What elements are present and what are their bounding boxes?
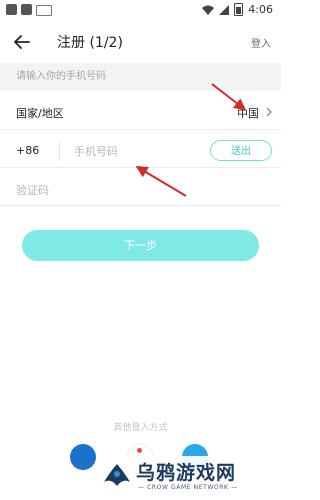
phone-number-input[interactable] <box>74 140 194 162</box>
social-login-button-1[interactable] <box>70 444 96 470</box>
watermark-main-text: 乌鸦游戏网 <box>136 462 237 484</box>
watermark: 乌鸦游戏网 — CROW GAME NETWORK — <box>96 456 281 500</box>
other-login-title: 其他登入方式 <box>113 423 168 433</box>
login-link[interactable]: 登入 <box>251 35 271 50</box>
keyboard-icon <box>36 5 52 16</box>
dial-code: +86 <box>16 144 40 157</box>
wifi-icon <box>202 5 215 15</box>
phone-number-row: +86 送出 <box>0 134 281 168</box>
status-bar: 4:06 <box>0 0 281 22</box>
app-notification-icon-2 <box>21 4 32 15</box>
chevron-right-icon[interactable] <box>265 107 273 117</box>
battery-icon <box>234 3 244 16</box>
next-step-button[interactable]: 下一步 <box>22 230 259 261</box>
back-arrow-icon[interactable] <box>12 32 32 52</box>
app-bar: 注册 (1/2) 登入 <box>0 22 281 62</box>
page-title: 注册 (1/2) <box>57 35 123 51</box>
phone-hint-banner: 请输入你的手机号码 <box>0 63 281 91</box>
verification-code-input[interactable] <box>16 179 216 201</box>
signal-icon <box>219 4 230 15</box>
crow-logo-icon <box>104 464 130 486</box>
send-code-button[interactable]: 送出 <box>210 140 272 161</box>
notification-icons <box>6 4 52 16</box>
divider <box>59 141 60 161</box>
watermark-sub-text: — CROW GAME NETWORK — <box>138 484 238 491</box>
country-region-label: 国家/地区 <box>16 107 64 120</box>
system-icons: 4:06 <box>202 3 273 16</box>
app-notification-icon <box>6 4 17 15</box>
country-region-value[interactable]: 中国 <box>237 105 259 121</box>
verification-code-row <box>0 172 281 206</box>
country-region-row[interactable]: 国家/地区 中国 <box>0 96 281 130</box>
status-time: 4:06 <box>248 3 273 16</box>
